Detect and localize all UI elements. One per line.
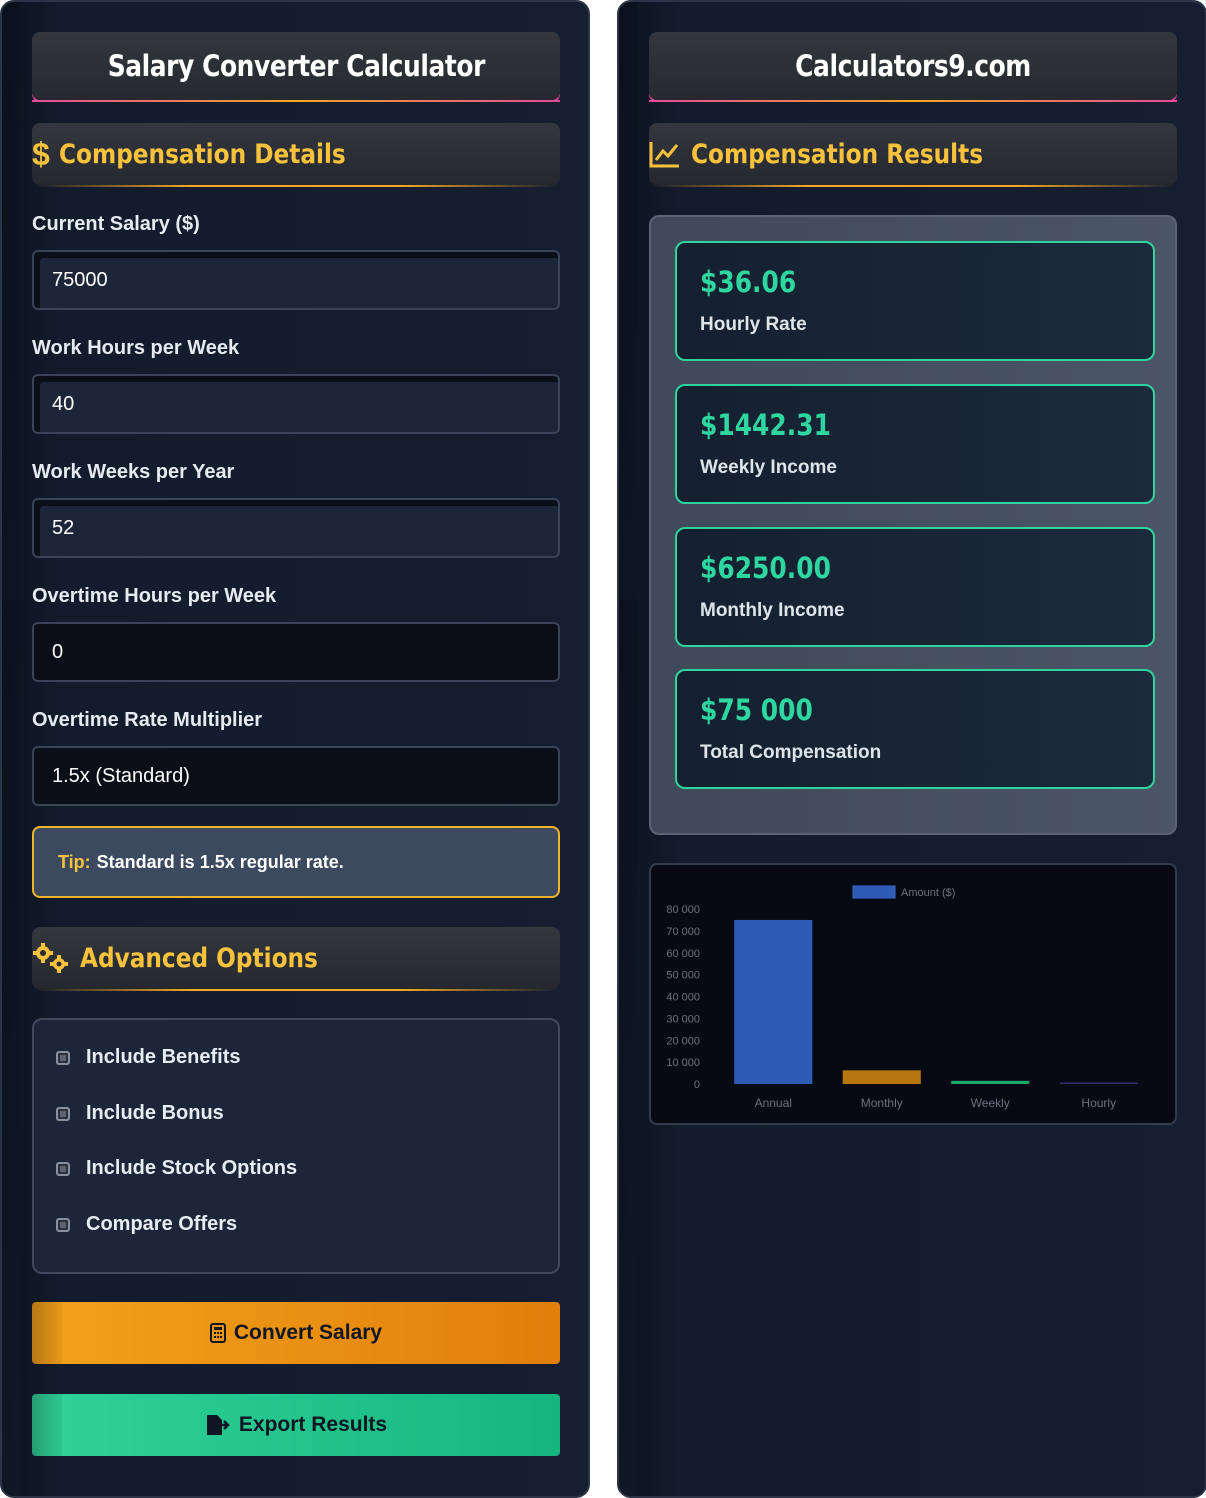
bar-monthly [842, 1070, 921, 1084]
result-card-weekly: $1442.31 Weekly Income [675, 384, 1155, 504]
legend-label: Amount ($) [901, 887, 955, 899]
page-title: Salary Converter Calculator [107, 49, 485, 83]
advanced-options-title: Advanced Options [80, 942, 318, 974]
result-card-total: $75 000 Total Compensation [675, 669, 1155, 789]
result-label: Weekly Income [700, 457, 837, 478]
checkbox-icon[interactable] [56, 1106, 70, 1121]
compensation-details-title: Compensation Details [58, 138, 346, 170]
result-label: Total Compensation [700, 742, 882, 763]
y-tick-label: 0 [694, 1079, 700, 1091]
option-label: Include Benefits [86, 1046, 241, 1068]
file-export-icon [205, 1414, 231, 1436]
option-compare-offers[interactable]: Compare Offers [56, 1213, 237, 1236]
checkbox-icon[interactable] [56, 1217, 70, 1232]
overtime-multiplier-select[interactable]: 1.5x (Standard) [32, 746, 560, 806]
gears-icon [32, 942, 70, 974]
convert-salary-button[interactable]: Convert Salary [32, 1302, 560, 1364]
tip-key: Tip: [58, 851, 91, 872]
option-include-bonus[interactable]: Include Bonus [56, 1102, 224, 1125]
x-tick-label: Monthly [861, 1096, 903, 1110]
calculator-icon [209, 1323, 226, 1343]
compensation-results-title: Compensation Results [691, 138, 984, 170]
x-tick-label: Weekly [971, 1096, 1010, 1110]
y-tick-label: 80 000 [666, 904, 700, 916]
result-card-monthly: $6250.00 Monthly Income [675, 527, 1155, 647]
option-include-benefits[interactable]: Include Benefits [56, 1046, 240, 1069]
overtime-hours-label: Overtime Hours per Week [32, 585, 277, 607]
result-value: $6250.00 [700, 551, 831, 585]
results-box: $36.06 Hourly Rate $1442.31 Weekly Incom… [649, 215, 1177, 835]
legend-swatch [852, 885, 896, 899]
converter-panel: Salary Converter Calculator $ Compensati… [0, 0, 590, 1498]
dollar-icon: $ [32, 135, 50, 172]
tip-text: Standard is 1.5x regular rate. [96, 851, 344, 872]
y-tick-label: 70 000 [666, 926, 700, 938]
option-include-stock-options[interactable]: Include Stock Options [56, 1157, 297, 1180]
result-value: $75 000 [700, 693, 813, 727]
overtime-multiplier-label: Overtime Rate Multiplier [32, 709, 263, 731]
current-salary-label: Current Salary ($) [32, 213, 200, 235]
checkbox-icon[interactable] [56, 1161, 70, 1176]
y-tick-label: 50 000 [666, 970, 700, 982]
x-tick-label: Hourly [1081, 1096, 1116, 1110]
y-tick-label: 30 000 [666, 1013, 700, 1025]
salary-chart: Amount ($) 0 10 000 20 000 30 000 40 000 50 00… [649, 863, 1177, 1125]
compensation-details-header: $ Compensation Details [32, 123, 560, 187]
weeks-per-year-input[interactable]: 52 [32, 498, 560, 558]
bar-hourly [1059, 1082, 1138, 1084]
overtime-hours-input[interactable]: 0 [32, 622, 560, 682]
y-tick-label: 20 000 [666, 1035, 700, 1047]
checkbox-icon[interactable] [56, 1050, 70, 1065]
export-results-label: Export Results [238, 1413, 388, 1436]
result-label: Monthly Income [700, 600, 845, 621]
x-tick-label: Annual [755, 1096, 792, 1110]
compensation-results-header: Compensation Results [649, 123, 1177, 187]
hours-per-week-input[interactable]: 40 [32, 374, 560, 434]
bar-annual [734, 919, 813, 1084]
page-title-box: Salary Converter Calculator [32, 32, 560, 102]
option-label: Compare Offers [86, 1213, 238, 1235]
option-label: Include Bonus [86, 1102, 224, 1124]
y-tick-label: 10 000 [666, 1057, 700, 1069]
y-tick-label: 60 000 [666, 948, 700, 960]
weeks-per-year-label: Work Weeks per Year [32, 461, 235, 483]
site-title-box: Calculators9.com [649, 32, 1177, 102]
advanced-options-list: Include Benefits Include Bonus Include S… [32, 1018, 560, 1274]
result-label: Hourly Rate [700, 314, 807, 335]
result-value: $1442.31 [700, 408, 831, 442]
salary-chart-svg: Amount ($) 0 10 000 20 000 30 000 40 000 50 00… [666, 885, 1138, 1110]
result-card-hourly: $36.06 Hourly Rate [675, 241, 1155, 361]
hours-per-week-label: Work Hours per Week [32, 337, 240, 359]
chart-line-icon [649, 140, 681, 168]
y-tick-label: 40 000 [666, 992, 700, 1004]
export-results-button[interactable]: Export Results [32, 1394, 560, 1456]
results-panel: Calculators9.com Compensation Results $3… [617, 0, 1206, 1498]
convert-salary-label: Convert Salary [233, 1321, 383, 1344]
current-salary-input[interactable]: 75000 [32, 250, 560, 310]
bar-weekly [951, 1080, 1030, 1084]
option-label: Include Stock Options [86, 1157, 298, 1179]
tip-box: Tip: Standard is 1.5x regular rate. [32, 826, 560, 898]
site-title: Calculators9.com [795, 49, 1031, 83]
result-value: $36.06 [700, 265, 797, 299]
advanced-options-header: Advanced Options [32, 927, 560, 991]
